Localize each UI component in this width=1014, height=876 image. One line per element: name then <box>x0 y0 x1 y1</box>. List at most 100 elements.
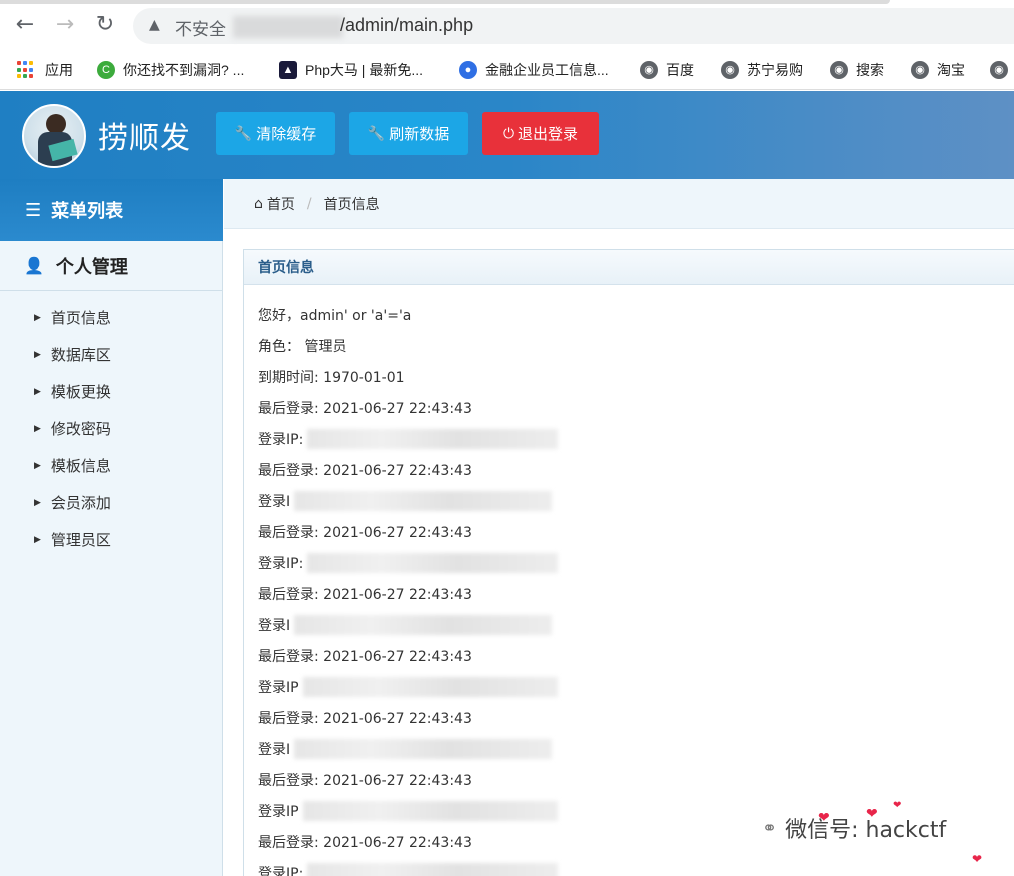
info-line-text: 登录IP: <box>258 865 304 876</box>
globe-icon: ◉ <box>830 61 848 79</box>
c-logo-icon: C <box>97 61 115 79</box>
breadcrumb-current: 首页信息 <box>323 196 380 213</box>
menu-header[interactable]: ☰ 菜单列表 <box>0 179 223 241</box>
caret-right-icon: ▶ <box>34 349 41 360</box>
sidebar-item-label: 模板更换 <box>50 383 111 401</box>
bookmark-label: 你还找不到漏洞? ... <box>123 62 245 78</box>
sidebar-item-label: 管理员区 <box>50 531 111 549</box>
globe-icon: ◉ <box>640 61 658 79</box>
logout-button[interactable]: ⏻ 退出登录 <box>482 112 599 155</box>
sidebar-item-home-info[interactable]: ▶ 首页信息 <box>0 299 223 336</box>
redacted-ip <box>302 800 558 821</box>
heart-icon: ❤ <box>818 810 830 826</box>
info-line: 登录I <box>258 485 558 516</box>
menu-title: 菜单列表 <box>51 201 124 222</box>
sidebar-item-admin[interactable]: ▶ 管理员区 <box>0 521 223 558</box>
info-line: 登录IP <box>258 671 558 702</box>
app-header: 捞顺发 🔧 清除缓存 🔧 刷新数据 ⏻ 退出登录 <box>0 91 1014 179</box>
info-line: 最后登录: 2021-06-27 22:43:43 <box>258 454 558 485</box>
clear-cache-label: 清除缓存 <box>256 125 317 143</box>
back-arrow-icon[interactable]: ← <box>10 10 40 40</box>
bookmark-item[interactable]: ◉ 搜索 <box>830 59 884 81</box>
sidebar-item-label: 模板信息 <box>50 457 111 475</box>
info-line: 登录IP: <box>258 547 558 578</box>
logout-label: 退出登录 <box>518 125 579 143</box>
info-line-text: 最后登录: 2021-06-27 22:43:43 <box>258 648 472 665</box>
sidebar-item-label: 会员添加 <box>50 494 111 512</box>
wrench-icon: 🔧 <box>234 125 253 142</box>
redacted-ip <box>294 490 553 511</box>
bookmark-label: 百度 <box>666 62 694 78</box>
info-line-text: 角色： 管理员 <box>258 338 347 355</box>
bookmark-item[interactable]: ● 金融企业员工信息... <box>459 59 609 81</box>
breadcrumb-home[interactable]: 首页 <box>267 194 295 214</box>
redacted-ip <box>307 552 558 573</box>
url-field[interactable]: ▲ 不安全 /admin/main.php <box>133 8 1014 44</box>
info-line-text: 登录I <box>258 493 291 510</box>
bookmark-item[interactable]: ◉ 苏宁易购 <box>721 59 803 81</box>
heart-icon: ❤ <box>893 800 902 811</box>
bookmarks-bar: 应用 C 你还找不到漏洞? ... ▲ Php大马 | 最新免... ● 金融企… <box>0 50 1014 90</box>
redacted-ip <box>302 676 558 697</box>
breadcrumb: ⌂ 首页 / 首页信息 <box>224 179 1014 229</box>
forward-arrow-icon[interactable]: → <box>50 10 80 40</box>
bookmark-label: 金融企业员工信息... <box>485 62 609 78</box>
power-icon: ⏻ <box>502 125 515 142</box>
bookmark-item[interactable]: ◉ <box>990 59 1014 81</box>
caret-right-icon: ▶ <box>34 497 41 508</box>
info-line-text: 最后登录: 2021-06-27 22:43:43 <box>258 400 472 417</box>
info-line: 最后登录: 2021-06-27 22:43:43 <box>258 578 558 609</box>
bookmark-label: 应用 <box>45 62 73 78</box>
bookmark-item[interactable]: C 你还找不到漏洞? ... <box>97 59 244 81</box>
hacker-icon: ▲ <box>279 61 297 79</box>
sidebar-item-label: 数据库区 <box>50 346 111 364</box>
info-line: 最后登录: 2021-06-27 22:43:43 <box>258 702 558 733</box>
info-line-text: 到期时间: 1970-01-01 <box>258 369 405 386</box>
info-line-text: 最后登录: 2021-06-27 22:43:43 <box>258 772 472 789</box>
sidebar-item-label: 修改密码 <box>50 420 111 438</box>
bookmark-apps[interactable]: 应用 <box>17 59 73 81</box>
insecure-label[interactable]: 不安全 <box>175 15 226 40</box>
info-line-text: 登录IP <box>258 679 299 696</box>
sidebar-item-change-password[interactable]: ▶ 修改密码 <box>0 410 223 447</box>
redacted-ip <box>294 614 553 635</box>
info-line: 登录I <box>258 609 558 640</box>
sidebar-item-template-info[interactable]: ▶ 模板信息 <box>0 447 223 484</box>
home-icon: ⌂ <box>254 195 263 212</box>
sidebar-item-database[interactable]: ▶ 数据库区 <box>0 336 223 373</box>
bookmark-label: 苏宁易购 <box>747 62 803 78</box>
redacted-ip <box>307 862 558 876</box>
apps-grid-icon <box>17 61 35 79</box>
info-line: 登录IP <box>258 795 558 826</box>
bookmark-item[interactable]: ◉ 百度 <box>640 59 694 81</box>
wrench-icon: 🔧 <box>367 125 386 142</box>
watermark: ⚭ 微信号: hackctf <box>762 812 946 844</box>
app-title: 捞顺发 <box>98 121 191 156</box>
refresh-data-button[interactable]: 🔧 刷新数据 <box>349 112 468 155</box>
info-line-text: 最后登录: 2021-06-27 22:43:43 <box>258 834 472 851</box>
sidebar-item-add-member[interactable]: ▶ 会员添加 <box>0 484 223 521</box>
info-line-text: 最后登录: 2021-06-27 22:43:43 <box>258 710 472 727</box>
info-list: 您好，admin' or 'a'='a 角色： 管理员到期时间: 1970-01-… <box>258 299 558 876</box>
url-path[interactable]: /admin/main.php <box>340 15 473 36</box>
info-line: 角色： 管理员 <box>258 330 558 361</box>
caret-right-icon: ▶ <box>34 423 41 434</box>
caret-right-icon: ▶ <box>34 534 41 545</box>
bookmark-item[interactable]: ▲ Php大马 | 最新免... <box>279 59 423 81</box>
reload-icon[interactable]: ↻ <box>90 10 120 40</box>
info-line: 登录IP: <box>258 423 558 454</box>
bookmark-item[interactable]: ◉ 淘宝 <box>911 59 965 81</box>
heart-icon: ❤ <box>866 806 878 822</box>
info-line: 最后登录: 2021-06-27 22:43:43 <box>258 764 558 795</box>
globe-icon: ◉ <box>990 61 1008 79</box>
sidebar-item-template-change[interactable]: ▶ 模板更换 <box>0 373 223 410</box>
sidebar-menu: ▶ 首页信息 ▶ 数据库区 ▶ 模板更换 ▶ 修改密码 ▶ 模板信息 ▶ 会员添加 ▶ 管理员… <box>0 299 223 558</box>
baidu-paw-icon: ● <box>459 61 477 79</box>
warning-triangle-icon[interactable]: ▲ <box>149 17 160 33</box>
clear-cache-button[interactable]: 🔧 清除缓存 <box>216 112 335 155</box>
avatar <box>22 104 86 168</box>
redacted-ip <box>294 738 553 759</box>
user-icon: 👤 <box>24 256 44 275</box>
info-line-text: 您好，admin' or 'a'='a <box>258 307 412 324</box>
group-title-personal[interactable]: 👤 个人管理 <box>0 241 223 291</box>
